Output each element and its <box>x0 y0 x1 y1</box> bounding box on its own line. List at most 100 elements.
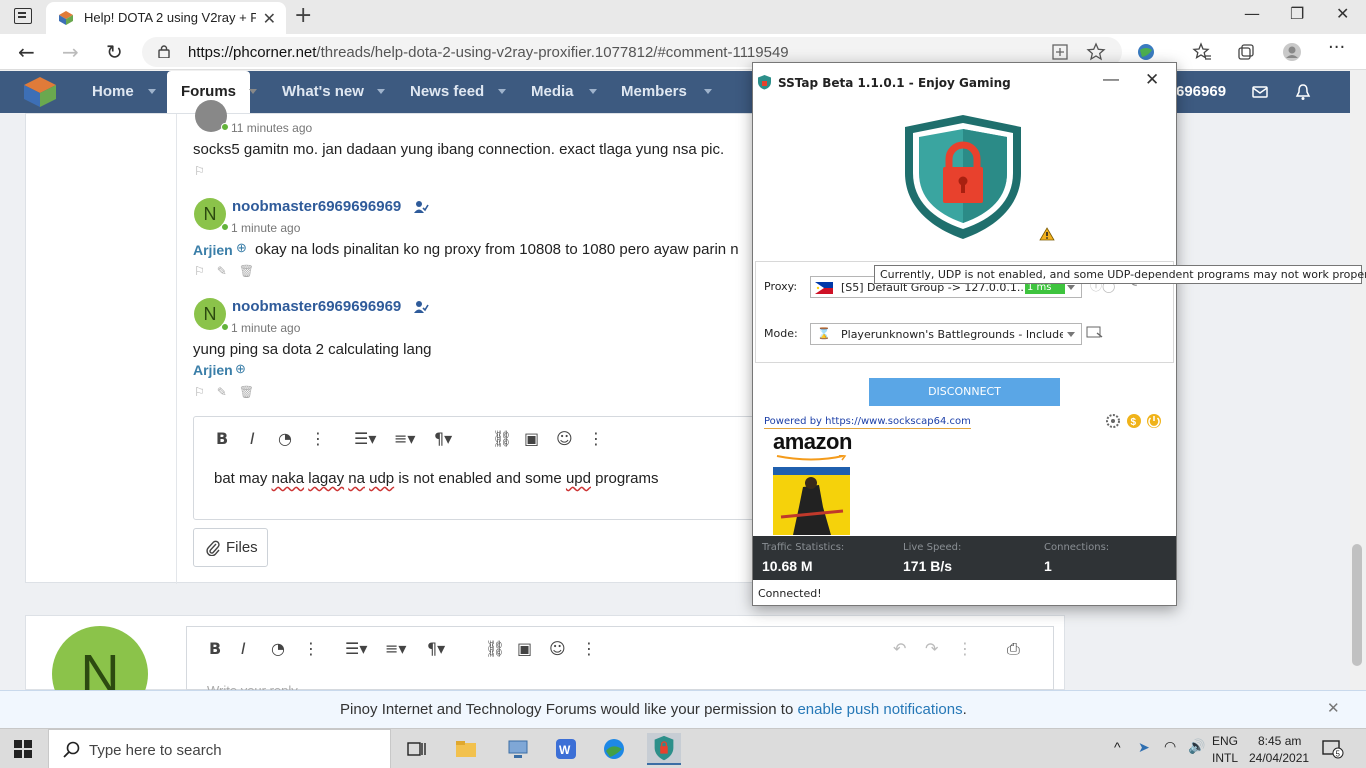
undo-icon[interactable]: ↶ <box>893 639 906 658</box>
action-center-icon[interactable]: 5 <box>1322 739 1344 759</box>
flag-icon[interactable]: ⚐ <box>194 164 217 178</box>
reply-editor[interactable]: B I ◔ ⋮ ☰▾ ≡▾ ¶▾ ⛓ ▣ ☺ ⋮ ↶ ↷ ⋮ ⎙ Write y… <box>186 626 1054 698</box>
image-icon[interactable]: ▣ <box>517 639 532 658</box>
quote-author[interactable]: Arjien <box>193 242 233 258</box>
nav-media-caret-icon[interactable] <box>589 89 597 94</box>
language-line2[interactable]: INTL <box>1212 751 1238 765</box>
browser-tab[interactable]: Help! DOTA 2 using V2ray + Proxifier ✕ <box>46 2 286 34</box>
wps-office-icon[interactable]: W <box>552 735 580 763</box>
bold-icon[interactable]: B <box>209 639 221 658</box>
new-tab-icon[interactable]: + <box>294 3 312 28</box>
editor-text[interactable]: bat may naka lagay na udp is not enabled… <box>214 470 659 487</box>
tray-expand-icon[interactable]: ^ <box>1114 739 1121 755</box>
mode-settings-icon[interactable] <box>1086 324 1104 340</box>
windows-start-icon[interactable] <box>14 740 32 758</box>
image-icon[interactable]: ▣ <box>524 429 539 448</box>
nav-members-caret-icon[interactable] <box>704 89 712 94</box>
network-app-icon[interactable] <box>504 735 532 763</box>
italic-icon[interactable]: I <box>241 639 246 658</box>
favorite-star-icon[interactable] <box>1086 42 1106 62</box>
attach-files-button[interactable]: Files <box>193 528 268 567</box>
powered-by-link[interactable]: Powered by https://www.sockscap64.com <box>764 416 971 429</box>
sstap-taskbar-icon[interactable] <box>647 733 681 765</box>
more-options-icon[interactable]: ⋮ <box>310 429 326 448</box>
bold-icon[interactable]: B <box>216 429 228 448</box>
post-action-icons[interactable]: ⚐✎🗑 <box>194 385 266 399</box>
align-icon[interactable]: ≡▾ <box>394 429 415 448</box>
more-options-icon[interactable]: ⋮ <box>588 429 604 448</box>
nav-members[interactable]: Members <box>621 83 687 100</box>
quote-up-icon[interactable]: ⊕ <box>235 361 246 377</box>
post-time[interactable]: 1 minute ago <box>231 321 300 335</box>
file-explorer-icon[interactable] <box>452 735 480 763</box>
ad-game-cover-image[interactable] <box>773 467 850 535</box>
link-icon[interactable]: ⛓ <box>492 429 512 448</box>
nav-news-feed-caret-icon[interactable] <box>498 89 506 94</box>
bell-icon[interactable] <box>1294 83 1312 101</box>
taskbar-search-input[interactable]: Type here to search <box>48 729 391 768</box>
nav-home[interactable]: Home <box>92 83 134 100</box>
favorites-icon[interactable] <box>1192 42 1212 62</box>
tab-actions-icon[interactable] <box>14 8 32 24</box>
nav-username[interactable]: 696969 <box>1176 83 1226 100</box>
task-view-icon[interactable] <box>402 735 430 763</box>
post-action-icons[interactable]: ⚐✎🗑 <box>194 264 266 278</box>
close-window-icon[interactable]: ✕ <box>1336 4 1349 23</box>
post-time[interactable]: 11 minutes ago <box>231 121 312 135</box>
sstap-minimize-icon[interactable]: — <box>1103 71 1119 89</box>
warning-icon[interactable] <box>1039 227 1055 241</box>
app-available-icon[interactable] <box>1050 42 1070 62</box>
message-editor[interactable]: B I ◔ ⋮ ☰▾ ≡▾ ¶▾ ⛓ ▣ ☺ ⋮ bat may naka la… <box>193 416 763 520</box>
extension-globe-icon[interactable] <box>1136 42 1156 62</box>
paragraph-icon[interactable]: ¶▾ <box>434 429 452 448</box>
maximize-icon[interactable]: ❐ <box>1290 4 1304 23</box>
inbox-icon[interactable] <box>1251 83 1269 101</box>
wifi-icon[interactable]: ◠ <box>1164 738 1176 755</box>
language-line1[interactable]: ENG <box>1212 734 1238 748</box>
enable-push-link[interactable]: enable push notifications <box>797 701 962 718</box>
clock-date[interactable]: 24/04/2021 <box>1249 751 1309 765</box>
nav-media[interactable]: Media <box>531 83 574 100</box>
nav-news-feed[interactable]: News feed <box>410 83 484 100</box>
preview-icon[interactable]: ⎙ <box>1007 639 1020 659</box>
volume-icon[interactable]: 🔊 <box>1188 738 1205 755</box>
sstap-close-icon[interactable]: ✕ <box>1145 70 1159 90</box>
post-time[interactable]: 1 minute ago <box>231 221 300 235</box>
forum-logo[interactable] <box>22 75 58 109</box>
close-notification-icon[interactable]: ✕ <box>1327 699 1340 717</box>
nav-whats-new-caret-icon[interactable] <box>377 89 385 94</box>
list-icon[interactable]: ☰▾ <box>345 639 367 658</box>
nav-home-caret-icon[interactable] <box>148 89 156 94</box>
back-icon[interactable]: ← <box>18 40 35 64</box>
post-username[interactable]: noobmaster6969696969 <box>232 298 401 315</box>
clock-time[interactable]: 8:45 am <box>1258 734 1301 748</box>
align-icon[interactable]: ≡▾ <box>385 639 406 658</box>
amazon-ad-brand[interactable]: amazon <box>773 429 852 455</box>
profile-avatar-icon[interactable] <box>1282 42 1302 62</box>
list-icon[interactable]: ☰▾ <box>354 429 376 448</box>
quote-up-icon[interactable]: ⊕ <box>236 240 247 256</box>
sstap-tool-icons[interactable]: $ <box>1105 412 1161 430</box>
italic-icon[interactable]: I <box>250 429 255 448</box>
minimize-icon[interactable]: — <box>1244 4 1260 23</box>
telegram-tray-icon[interactable]: ➤ <box>1138 739 1150 756</box>
more-options-icon[interactable]: ⋮ <box>581 639 597 658</box>
emoji-icon[interactable]: ☺ <box>556 429 573 448</box>
more-options-icon[interactable]: ⋮ <box>957 639 973 658</box>
color-palette-icon[interactable]: ◔ <box>271 639 285 658</box>
color-palette-icon[interactable]: ◔ <box>278 429 292 448</box>
forward-icon[interactable]: → <box>62 40 79 64</box>
emoji-icon[interactable]: ☺ <box>549 639 566 658</box>
disconnect-button[interactable]: DISCONNECT <box>869 378 1060 406</box>
nav-forums-caret-icon[interactable] <box>249 89 257 94</box>
scrollbar-thumb[interactable] <box>1352 544 1362 666</box>
post-username[interactable]: noobmaster6969696969 <box>232 198 401 215</box>
collections-icon[interactable] <box>1236 42 1256 62</box>
more-options-icon[interactable]: ⋮ <box>303 639 319 658</box>
more-menu-icon[interactable]: ··· <box>1328 37 1345 58</box>
tab-close-icon[interactable]: ✕ <box>263 9 276 29</box>
edge-browser-icon[interactable] <box>600 735 628 763</box>
link-icon[interactable]: ⛓ <box>485 639 505 658</box>
paragraph-icon[interactable]: ¶▾ <box>427 639 445 658</box>
quote-author[interactable]: Arjien <box>193 362 233 378</box>
